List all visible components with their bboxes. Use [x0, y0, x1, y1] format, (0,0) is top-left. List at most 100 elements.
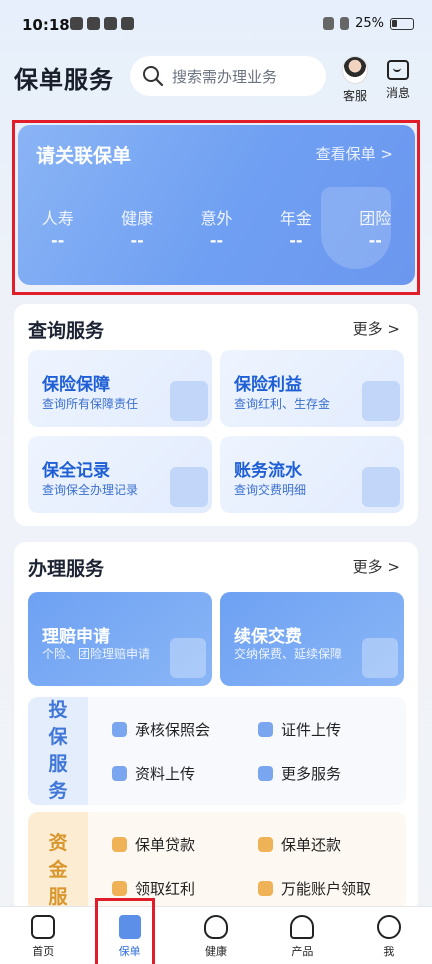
tile-subtitle: 查询所有保障责任 — [42, 397, 139, 411]
loan-icon — [112, 837, 127, 852]
item-label: 保单还款 — [281, 836, 342, 854]
account-flow-tile[interactable]: 账务流水 查询交费明细 — [220, 436, 404, 513]
link-policy-title: 请关联保单 — [36, 145, 132, 167]
policy-type-accident[interactable]: 意外 -- — [177, 205, 256, 250]
repay-icon — [258, 837, 273, 852]
id-card-icon — [258, 722, 273, 737]
notification-icon — [121, 17, 134, 30]
search-icon — [143, 66, 164, 87]
policy-type-label: 人寿 — [41, 209, 74, 228]
underwriting-notice-item[interactable]: 承核保照会 — [112, 719, 210, 740]
policy-type-life[interactable]: 人寿 -- — [18, 205, 97, 250]
tab-home[interactable]: 首页 — [0, 907, 86, 964]
money-bag-icon — [112, 881, 127, 896]
more-services-item[interactable]: 更多服务 — [258, 763, 341, 784]
policy-type-list: 人寿 -- 健康 -- 意外 -- 年金 -- 团险 -- — [18, 205, 415, 250]
tile-title: 续保交费 — [234, 627, 302, 647]
status-right: 25% — [323, 16, 414, 31]
group-label-char: 资 — [48, 832, 68, 854]
status-time: 10:18 — [22, 16, 70, 34]
statement-search-icon — [362, 467, 400, 507]
handling-services-section: 办理服务 更多 > 理赔申请 个险、团险理赔申请 续保交费 交纳保费、延续保障 … — [14, 542, 418, 912]
messages-button[interactable]: 消息 — [386, 56, 410, 101]
item-label: 承核保照会 — [135, 721, 211, 739]
tile-subtitle: 个险、团险理赔申请 — [42, 647, 151, 661]
renewal-payment-tile[interactable]: 续保交费 交纳保费、延续保障 — [220, 592, 404, 686]
item-label: 保单贷款 — [135, 836, 196, 854]
view-policy-link[interactable]: 查看保单 > — [316, 143, 393, 164]
insurance-coverage-tile[interactable]: 保险保障 查询所有保障责任 — [28, 350, 212, 427]
document-icon — [170, 381, 208, 421]
status-bar: 10:18 25% — [0, 0, 432, 50]
preservation-record-tile[interactable]: 保全记录 查询保全办理记录 — [28, 436, 212, 513]
insure-services-group: 投 保 服 务 承核保照会 证件上传 资料上传 更多服务 — [28, 697, 406, 805]
tile-title: 保险利益 — [234, 375, 302, 395]
item-label: 领取红利 — [135, 880, 196, 898]
group-label: 资 金 服 — [28, 812, 88, 912]
umbrella-icon — [290, 915, 315, 939]
group-label-char: 务 — [48, 780, 68, 802]
customer-service-label: 客服 — [342, 89, 367, 103]
tab-label: 产品 — [291, 945, 314, 958]
notification-icons — [70, 17, 134, 30]
sim-icon — [340, 17, 350, 30]
policy-repayment-item[interactable]: 保单还款 — [258, 834, 341, 855]
messages-label: 消息 — [386, 86, 411, 100]
policy-type-label: 意外 — [200, 209, 233, 228]
policy-type-group[interactable]: 团险 -- — [336, 205, 415, 250]
message-icon — [387, 60, 409, 80]
notification-icon — [104, 17, 117, 30]
tile-subtitle: 查询保全办理记录 — [42, 483, 139, 497]
battery-percent: 25% — [355, 16, 384, 31]
tile-title: 账务流水 — [234, 461, 302, 481]
more-link[interactable]: 更多 > — [353, 318, 400, 339]
item-label: 证件上传 — [281, 721, 342, 739]
item-label: 资料上传 — [135, 765, 196, 783]
policy-type-health[interactable]: 健康 -- — [97, 205, 176, 250]
customer-service-button[interactable]: 客服 — [342, 56, 368, 104]
yen-shield-icon — [362, 381, 400, 421]
tile-title: 保全记录 — [42, 461, 110, 481]
tile-subtitle: 交纳保费、延续保障 — [234, 647, 343, 661]
user-icon — [376, 915, 401, 939]
clipboard-icon — [170, 467, 208, 507]
tab-health[interactable]: 健康 — [173, 907, 259, 964]
policy-type-value: -- — [130, 231, 144, 250]
claim-application-tile[interactable]: 理赔申请 个险、团险理赔申请 — [28, 592, 212, 686]
home-icon — [31, 915, 56, 939]
section-title: 查询服务 — [28, 320, 105, 342]
section-title: 办理服务 — [28, 558, 105, 580]
tab-me[interactable]: 我 — [346, 907, 432, 964]
policy-type-label: 团险 — [359, 209, 392, 228]
document-upload-item[interactable]: 资料上传 — [112, 763, 195, 784]
tab-product[interactable]: 产品 — [259, 907, 345, 964]
tab-label: 我 — [383, 945, 395, 958]
universal-account-item[interactable]: 万能账户领取 — [258, 878, 371, 899]
more-link[interactable]: 更多 > — [353, 556, 400, 577]
page-title: 保单服务 — [14, 66, 114, 94]
bottom-tab-bar: 首页 保单 健康 产品 我 — [0, 906, 432, 964]
id-upload-item[interactable]: 证件上传 — [258, 719, 341, 740]
service-avatar-icon — [342, 56, 368, 84]
tab-label: 首页 — [32, 945, 55, 958]
collect-dividend-item[interactable]: 领取红利 — [112, 878, 195, 899]
policy-type-annuity[interactable]: 年金 -- — [256, 205, 335, 250]
tile-title: 理赔申请 — [42, 627, 110, 647]
policy-loan-item[interactable]: 保单贷款 — [112, 834, 195, 855]
policy-type-value: -- — [368, 231, 382, 250]
insurance-benefit-tile[interactable]: 保险利益 查询红利、生存金 — [220, 350, 404, 427]
shield-up-icon — [112, 722, 127, 737]
policy-type-value: -- — [289, 231, 303, 250]
grid-icon — [258, 766, 273, 781]
tab-label: 健康 — [205, 945, 228, 958]
policy-type-label: 健康 — [121, 209, 154, 228]
yen-card-icon — [362, 638, 398, 678]
tile-subtitle: 查询红利、生存金 — [234, 397, 331, 411]
link-policy-card[interactable]: 请关联保单 查看保单 > 人寿 -- 健康 -- 意外 -- 年金 -- 团险 … — [18, 125, 415, 285]
group-label-char: 保 — [48, 726, 68, 748]
group-label-char: 金 — [48, 859, 68, 881]
wan-icon — [258, 881, 273, 896]
policy-type-label: 年金 — [279, 209, 312, 228]
upload-icon — [112, 766, 127, 781]
search-input[interactable]: 搜索需办理业务 — [130, 56, 326, 96]
